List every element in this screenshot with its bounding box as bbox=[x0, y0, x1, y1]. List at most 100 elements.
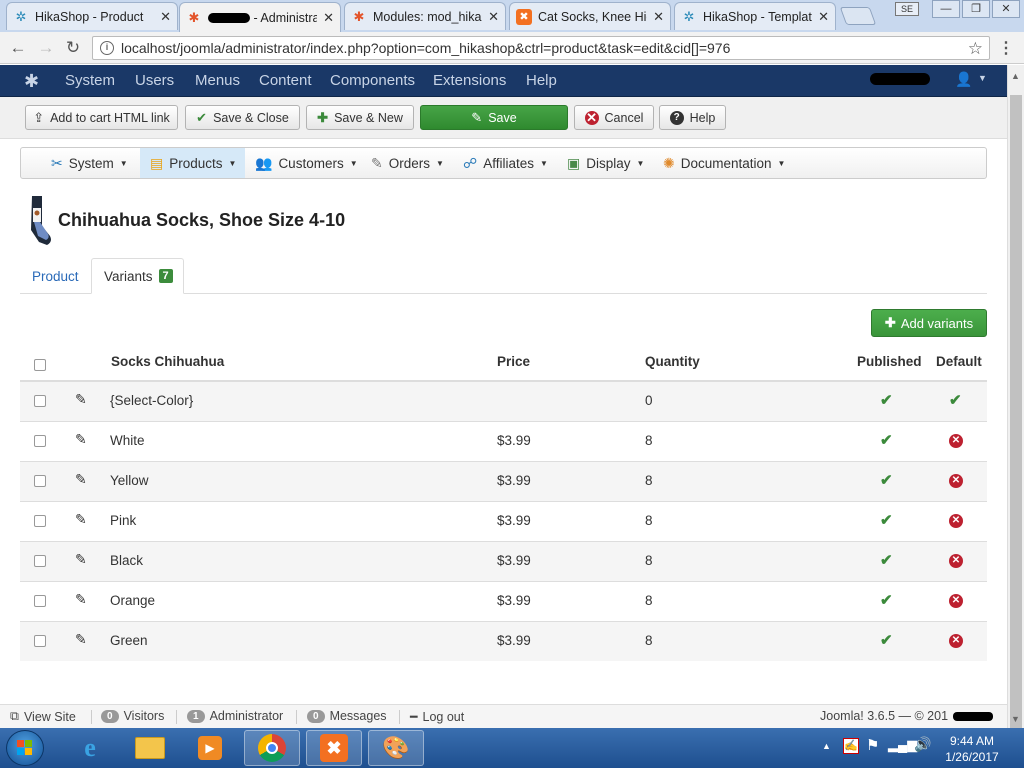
profile-badge[interactable]: SE bbox=[895, 2, 919, 16]
edit-pencil-icon[interactable]: ✎ bbox=[75, 391, 87, 408]
start-button[interactable] bbox=[6, 730, 44, 766]
browser-tab-hikashop-template[interactable]: ✲ HikaShop - Templat ✕ bbox=[674, 2, 836, 30]
not-default-x-icon[interactable]: ✕ bbox=[949, 554, 963, 568]
close-icon[interactable]: ✕ bbox=[653, 9, 664, 25]
hika-menu-system[interactable]: ✂ System ▼ bbox=[51, 148, 136, 178]
redacted-site-name[interactable] bbox=[870, 73, 930, 85]
hika-menu-display[interactable]: ▣ Display ▼ bbox=[567, 148, 644, 178]
published-check-icon[interactable]: ✔ bbox=[880, 591, 893, 609]
close-window-icon[interactable]: ✕ bbox=[992, 0, 1020, 18]
acrobat-icon[interactable]: ✍ bbox=[843, 738, 859, 754]
published-check-icon[interactable]: ✔ bbox=[880, 391, 893, 409]
maximize-icon[interactable]: ❐ bbox=[962, 0, 990, 18]
help-button[interactable]: ? Help bbox=[659, 105, 726, 130]
show-hidden-icons[interactable]: ▲ bbox=[822, 741, 831, 751]
caret-down-icon[interactable]: ▼ bbox=[978, 73, 987, 83]
variant-name[interactable]: Green bbox=[110, 633, 148, 648]
variant-name[interactable]: White bbox=[110, 433, 145, 448]
close-icon[interactable]: ✕ bbox=[323, 10, 334, 26]
variant-name[interactable]: {Select-Color} bbox=[110, 393, 193, 408]
browser-tab-hikashop-product[interactable]: ✲ HikaShop - Product ✕ bbox=[6, 2, 178, 30]
add-to-cart-html-link-button[interactable]: ⇪ Add to cart HTML link bbox=[25, 105, 178, 130]
browser-menu-icon[interactable]: ⋮ bbox=[998, 38, 1014, 58]
col-price[interactable]: Price bbox=[497, 354, 530, 369]
row-checkbox[interactable] bbox=[34, 595, 46, 607]
published-check-icon[interactable]: ✔ bbox=[880, 431, 893, 449]
new-tab-button[interactable] bbox=[839, 7, 877, 25]
cancel-button[interactable]: ✕ Cancel bbox=[574, 105, 654, 130]
published-check-icon[interactable]: ✔ bbox=[880, 551, 893, 569]
edit-pencil-icon[interactable]: ✎ bbox=[75, 431, 87, 448]
col-quantity[interactable]: Quantity bbox=[645, 354, 700, 369]
network-icon[interactable]: ▂▄▆ bbox=[888, 737, 917, 753]
chrome-icon[interactable] bbox=[244, 730, 300, 766]
close-icon[interactable]: ✕ bbox=[818, 9, 829, 25]
logout-link[interactable]: ━ Log out bbox=[410, 709, 464, 725]
xampp-taskbar-icon[interactable]: ✖ bbox=[306, 730, 362, 766]
col-published[interactable]: Published bbox=[857, 354, 922, 369]
nav-users[interactable]: Users bbox=[135, 72, 174, 89]
nav-system[interactable]: System bbox=[65, 72, 115, 89]
view-site-link[interactable]: ⧉ View Site bbox=[10, 709, 76, 724]
col-name[interactable]: Socks Chihuahua bbox=[111, 354, 224, 369]
url-input[interactable]: i localhost/joomla/administrator/index.p… bbox=[92, 36, 990, 60]
edit-pencil-icon[interactable]: ✎ bbox=[75, 591, 87, 608]
media-player-icon[interactable]: ▶ bbox=[182, 730, 238, 766]
internet-explorer-icon[interactable]: e bbox=[62, 730, 118, 766]
page-scrollbar[interactable]: ▲ ▼ bbox=[1007, 65, 1024, 735]
minimize-icon[interactable]: — bbox=[932, 0, 960, 18]
administrator-link[interactable]: 1 Administrator bbox=[187, 709, 283, 723]
user-icon[interactable]: 👤 bbox=[955, 71, 972, 88]
variant-name[interactable]: Black bbox=[110, 553, 143, 568]
edit-pencil-icon[interactable]: ✎ bbox=[75, 471, 87, 488]
published-check-icon[interactable]: ✔ bbox=[880, 511, 893, 529]
visitors-link[interactable]: 0 Visitors bbox=[101, 709, 164, 723]
nav-extensions[interactable]: Extensions bbox=[433, 72, 506, 89]
add-variants-button[interactable]: ✚ Add variants bbox=[871, 309, 987, 337]
close-icon[interactable]: ✕ bbox=[488, 9, 499, 25]
back-arrow-icon[interactable]: ← bbox=[8, 38, 28, 58]
nav-content[interactable]: Content bbox=[259, 72, 312, 89]
bookmark-star-icon[interactable]: ☆ bbox=[968, 38, 983, 60]
hika-menu-affiliates[interactable]: ☍ Affiliates ▼ bbox=[463, 148, 548, 178]
row-checkbox[interactable] bbox=[34, 515, 46, 527]
hika-menu-documentation[interactable]: ✺ Documentation ▼ bbox=[663, 148, 785, 178]
info-icon[interactable]: i bbox=[100, 41, 114, 55]
reload-icon[interactable]: ↻ bbox=[63, 38, 83, 58]
default-check-icon[interactable]: ✔ bbox=[949, 391, 962, 409]
hika-menu-customers[interactable]: 👥 Customers ▼ bbox=[255, 148, 358, 178]
not-default-x-icon[interactable]: ✕ bbox=[949, 514, 963, 528]
taskbar-clock[interactable]: 9:44 AM 1/26/2017 bbox=[940, 733, 1004, 765]
tab-product[interactable]: Product bbox=[20, 258, 91, 294]
save-new-button[interactable]: ✚ Save & New bbox=[306, 105, 414, 130]
col-default[interactable]: Default bbox=[936, 354, 982, 369]
browser-tab-modules[interactable]: ✱ Modules: mod_hika ✕ bbox=[344, 2, 506, 30]
published-check-icon[interactable]: ✔ bbox=[880, 471, 893, 489]
row-checkbox[interactable] bbox=[34, 555, 46, 567]
nav-help[interactable]: Help bbox=[526, 72, 557, 89]
tab-variants[interactable]: Variants 7 bbox=[91, 258, 184, 294]
not-default-x-icon[interactable]: ✕ bbox=[949, 474, 963, 488]
variant-name[interactable]: Orange bbox=[110, 593, 155, 608]
scroll-down-icon[interactable]: ▼ bbox=[1011, 714, 1020, 724]
not-default-x-icon[interactable]: ✕ bbox=[949, 634, 963, 648]
nav-menus[interactable]: Menus bbox=[195, 72, 240, 89]
variant-name[interactable]: Pink bbox=[110, 513, 136, 528]
row-checkbox[interactable] bbox=[34, 475, 46, 487]
published-check-icon[interactable]: ✔ bbox=[880, 631, 893, 649]
paint-icon[interactable]: 🎨 bbox=[368, 730, 424, 766]
joomla-logo-icon[interactable]: ✱ bbox=[24, 71, 39, 92]
browser-tab-cat-socks[interactable]: ✖ Cat Socks, Knee Hig ✕ bbox=[509, 2, 671, 30]
row-checkbox[interactable] bbox=[34, 635, 46, 647]
forward-arrow-icon[interactable]: → bbox=[36, 38, 56, 58]
row-checkbox[interactable] bbox=[34, 435, 46, 447]
not-default-x-icon[interactable]: ✕ bbox=[949, 434, 963, 448]
not-default-x-icon[interactable]: ✕ bbox=[949, 594, 963, 608]
edit-pencil-icon[interactable]: ✎ bbox=[75, 551, 87, 568]
select-all-checkbox[interactable] bbox=[34, 359, 46, 371]
file-explorer-icon[interactable] bbox=[122, 730, 178, 766]
edit-pencil-icon[interactable]: ✎ bbox=[75, 631, 87, 648]
nav-components[interactable]: Components bbox=[330, 72, 415, 89]
scroll-up-icon[interactable]: ▲ bbox=[1011, 71, 1020, 81]
close-icon[interactable]: ✕ bbox=[160, 9, 171, 25]
